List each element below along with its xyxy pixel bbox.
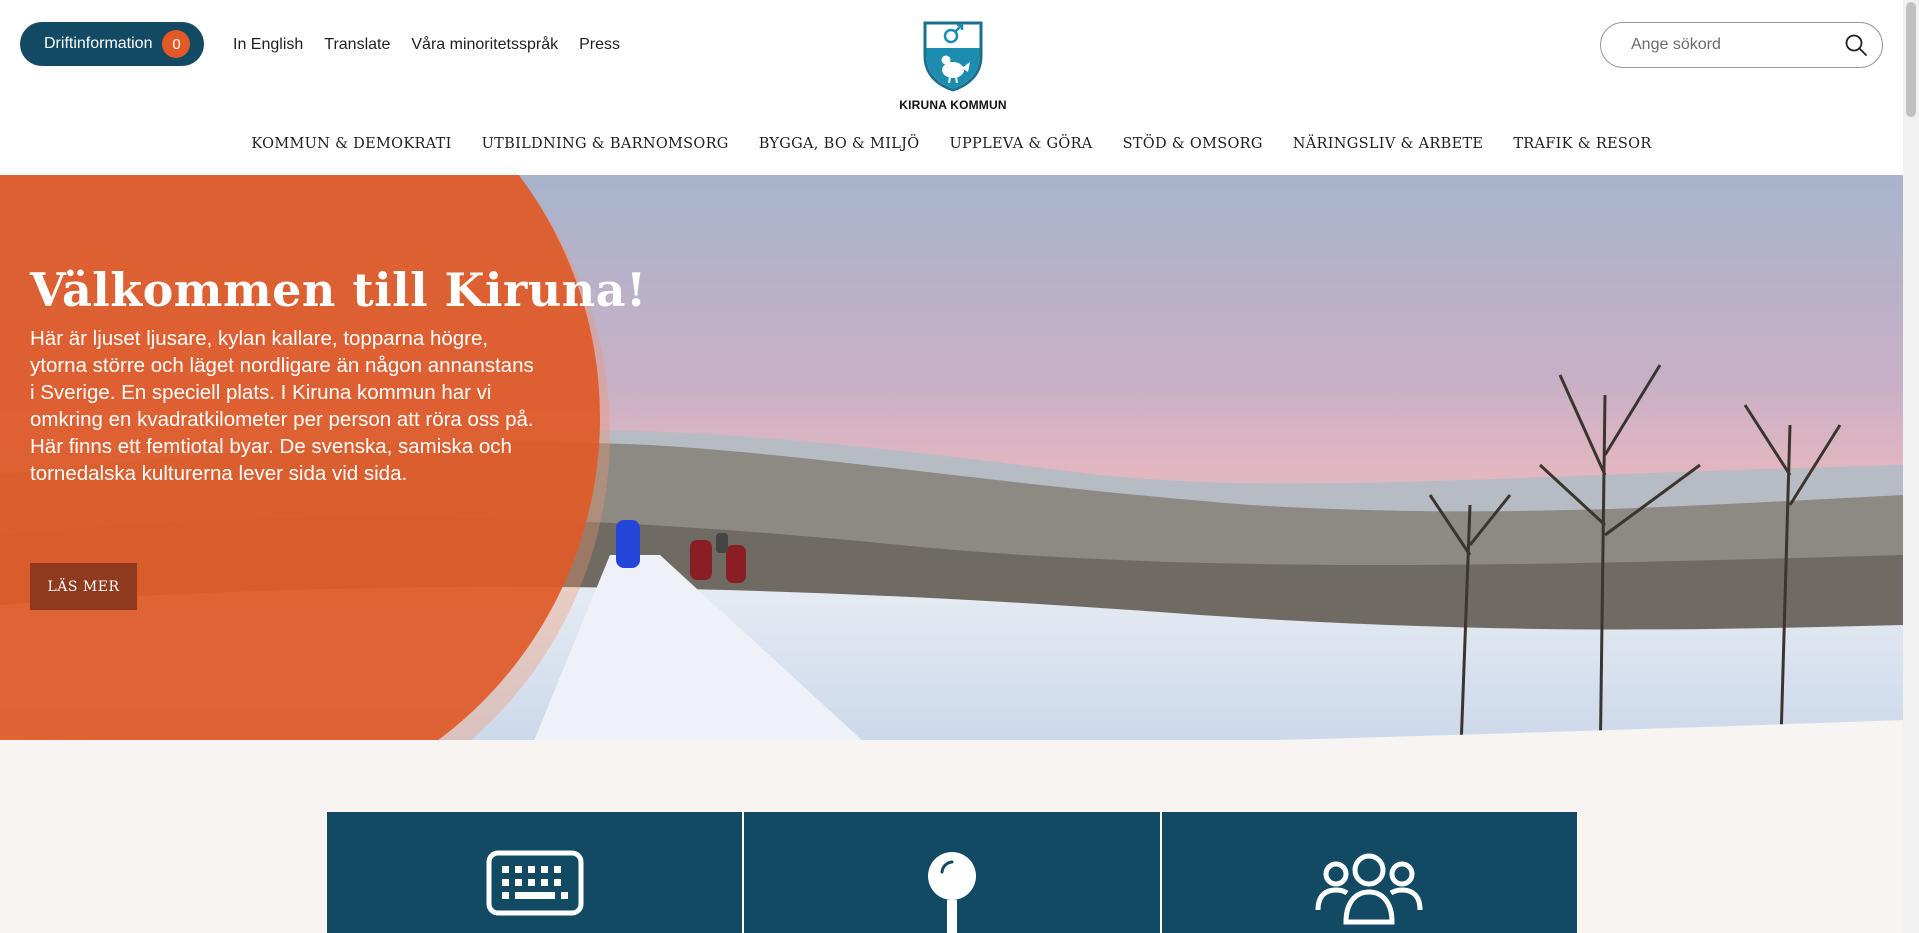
nav-utbildning-barnomsorg[interactable]: UTBILDNING & BARNOMSORG: [482, 136, 729, 152]
link-press[interactable]: Press: [579, 36, 620, 54]
search-box[interactable]: [1600, 22, 1883, 68]
page-scrollbar[interactable]: [1903, 0, 1919, 933]
driftinformation-button[interactable]: Driftinformation 0: [20, 22, 205, 66]
top-links: In English Translate Våra minoritetssprå…: [233, 36, 620, 54]
link-in-english[interactable]: In English: [233, 36, 303, 54]
hero-banner: Välkommen till Kiruna! Här är ljuset lju…: [0, 175, 1903, 775]
quick-link-tiles: [327, 812, 1577, 933]
link-translate[interactable]: Translate: [324, 36, 390, 54]
site-header: Driftinformation 0 In English Translate …: [0, 0, 1903, 175]
hero-title: Välkommen till Kiruna!: [30, 263, 647, 317]
search-input[interactable]: [1631, 36, 1844, 54]
nav-bygga-bo-miljo[interactable]: BYGGA, BO & MILJÖ: [759, 136, 920, 152]
kiruna-logo[interactable]: KIRUNA KOMMUN: [893, 20, 1013, 112]
coat-of-arms-icon: [923, 21, 983, 92]
map-pin-icon: [927, 852, 976, 933]
tile-contact[interactable]: [1161, 812, 1577, 933]
hero-text: Här är ljuset ljusare, kylan kallare, to…: [30, 327, 534, 485]
las-mer-button[interactable]: LÄS MER: [30, 563, 137, 610]
keyboard-icon: [486, 850, 584, 916]
scrollbar-thumb[interactable]: [1906, 2, 1916, 117]
nav-naringsliv-arbete[interactable]: NÄRINGSLIV & ARBETE: [1293, 136, 1484, 152]
nav-stod-omsorg[interactable]: STÖD & OMSORG: [1123, 136, 1263, 152]
logo-text: KIRUNA KOMMUN: [899, 98, 1007, 112]
people-group-icon: [1315, 853, 1423, 925]
nav-trafik-resor[interactable]: TRAFIK & RESOR: [1513, 136, 1651, 152]
tile-e-services[interactable]: [327, 812, 745, 933]
tile-map[interactable]: [744, 812, 1162, 933]
nav-kommun-demokrati[interactable]: KOMMUN & DEMOKRATI: [251, 136, 451, 152]
nav-uppleva-gora[interactable]: UPPLEVA & GÖRA: [949, 136, 1092, 152]
driftinformation-label: Driftinformation: [44, 35, 153, 52]
driftinformation-count-badge: 0: [162, 30, 191, 58]
link-minority-languages[interactable]: Våra minoritetsspråk: [411, 36, 558, 54]
main-navigation: KOMMUN & DEMOKRATI UTBILDNING & BARNOMSO…: [0, 136, 1903, 152]
search-icon[interactable]: [1844, 33, 1868, 57]
